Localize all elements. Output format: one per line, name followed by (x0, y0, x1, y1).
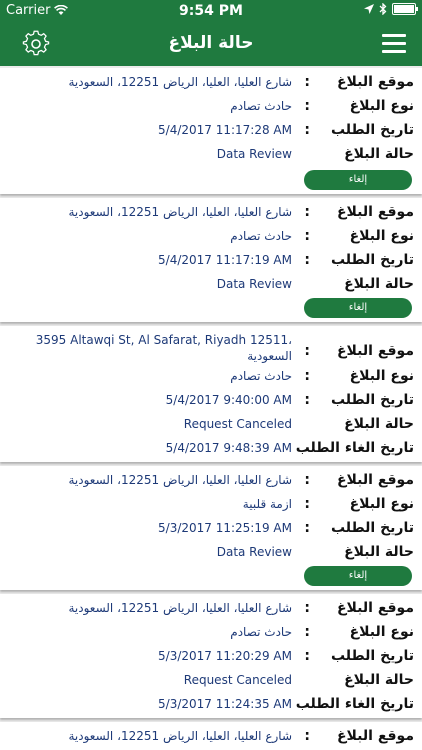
status-label: حالة البلاغ (344, 416, 414, 432)
bluetooth-icon (379, 3, 387, 15)
type-label: نوع البلاغ (349, 624, 414, 640)
cancel-button[interactable]: إلغاء (304, 170, 412, 190)
date-label: تاريخ الطلب (330, 122, 414, 138)
location-row: شارع العليا، العليا، الرياض 12251، السعو… (0, 472, 422, 496)
status-label: حالة البلاغ (344, 276, 414, 292)
location-row: شارع العليا، العليا، الرياض 12251، السعو… (0, 74, 422, 98)
type-value: حادث تصادم (230, 369, 292, 383)
status-row: Data Review حالة البلاغ (0, 146, 422, 170)
location-label: موقع البلاغ (336, 74, 414, 90)
date-value: 5/3/2017 11:20:29 AM (158, 649, 292, 663)
date-value: 5/4/2017 11:17:19 AM (158, 253, 292, 267)
status-row: Data Review حالة البلاغ (0, 544, 422, 568)
clock: 9:54 PM (179, 3, 243, 19)
location-arrow-icon (364, 4, 374, 14)
status-value: Request Canceled (183, 417, 292, 431)
cancel-date-label: تاريخ الغاء الطلب (295, 440, 414, 456)
status-icons (364, 3, 418, 15)
location-label: موقع البلاغ (336, 343, 414, 359)
type-row: حادث تصادم : نوع البلاغ (0, 368, 422, 392)
report-card[interactable]: شارع العليا، العليا، الرياض 12251، السعو… (0, 594, 422, 718)
type-label: نوع البلاغ (349, 228, 414, 244)
location-value: شارع العليا، العليا، الرياض 12251، السعو… (68, 75, 292, 89)
location-label: موقع البلاغ (336, 204, 414, 220)
date-label: تاريخ الطلب (330, 520, 414, 536)
page-title: حالة البلاغ (168, 33, 254, 53)
location-value: شارع العليا، العليا، الرياض 12251، السعو… (68, 729, 292, 743)
location-line: السعودية (247, 349, 292, 363)
date-value: 5/3/2017 11:25:19 AM (158, 521, 292, 535)
location-line: 3595 Altawqi St, Al Safarat, Riyadh 1251… (35, 333, 292, 347)
date-value: 5/4/2017 11:17:28 AM (158, 123, 292, 137)
report-card[interactable]: 3595 Altawqi St, Al Safarat, Riyadh 1251… (0, 326, 422, 462)
nav-bar: حالة البلاغ (0, 22, 422, 66)
type-value: حادث تصادم (230, 625, 292, 639)
status-value: Data Review (216, 545, 292, 559)
location-value: شارع العليا، العليا، الرياض 12251، السعو… (68, 205, 292, 219)
location-label: موقع البلاغ (336, 728, 414, 744)
status-value: Data Review (216, 277, 292, 291)
date-value: 5/4/2017 9:40:00 AM (165, 393, 292, 407)
date-row: 5/4/2017 9:40:00 AM : تاريخ الطلب (0, 392, 422, 416)
type-value: حادث تصادم (230, 99, 292, 113)
status-row: Data Review حالة البلاغ (0, 276, 422, 300)
report-card[interactable]: شارع العليا، العليا، الرياض 12251، السعو… (0, 722, 422, 750)
report-card[interactable]: شارع العليا، العليا، الرياض 12251، السعو… (0, 466, 422, 590)
location-row: شارع العليا، العليا، الرياض 12251، السعو… (0, 728, 422, 750)
status-row: Request Canceled حالة البلاغ (0, 416, 422, 440)
cancel-date-value: 5/4/2017 9:48:39 AM (165, 441, 292, 455)
hamburger-line (382, 50, 406, 53)
report-list: شارع العليا، العليا، الرياض 12251، السعو… (0, 66, 422, 750)
location-row: شارع العليا، العليا، الرياض 12251، السعو… (0, 600, 422, 624)
status-bar: Carrier 9:54 PM (0, 0, 422, 22)
status-label: حالة البلاغ (344, 544, 414, 560)
date-label: تاريخ الطلب (330, 648, 414, 664)
location-value: 3595 Altawqi St, Al Safarat, Riyadh 1251… (7, 332, 292, 364)
type-label: نوع البلاغ (349, 98, 414, 114)
battery-icon (392, 3, 418, 15)
status-value: Data Review (216, 147, 292, 161)
status-label: حالة البلاغ (344, 146, 414, 162)
cancel-date-value: 5/3/2017 11:24:35 AM (158, 697, 292, 711)
cancel-date-label: تاريخ الغاء الطلب (295, 696, 414, 712)
hamburger-line (382, 34, 406, 37)
type-row: حادث تصادم : نوع البلاغ (0, 624, 422, 648)
menu-button[interactable] (382, 34, 406, 54)
location-value: شارع العليا، العليا، الرياض 12251، السعو… (68, 601, 292, 615)
cancel-button[interactable]: إلغاء (304, 566, 412, 586)
location-row: 3595 Altawqi St, Al Safarat, Riyadh 1251… (0, 332, 422, 368)
date-row: 5/3/2017 11:25:19 AM : تاريخ الطلب (0, 520, 422, 544)
date-row: 5/3/2017 11:20:29 AM : تاريخ الطلب (0, 648, 422, 672)
date-label: تاريخ الطلب (330, 252, 414, 268)
type-label: نوع البلاغ (349, 496, 414, 512)
location-row: شارع العليا، العليا، الرياض 12251، السعو… (0, 204, 422, 228)
type-label: نوع البلاغ (349, 368, 414, 384)
location-value: شارع العليا، العليا، الرياض 12251، السعو… (68, 473, 292, 487)
type-row: حادث تصادم : نوع البلاغ (0, 228, 422, 252)
type-row: ازمة قلبية : نوع البلاغ (0, 496, 422, 520)
type-row: حادث تصادم : نوع البلاغ (0, 98, 422, 122)
report-card[interactable]: شارع العليا، العليا، الرياض 12251، السعو… (0, 68, 422, 194)
cancel-button[interactable]: إلغاء (304, 298, 412, 318)
date-label: تاريخ الطلب (330, 392, 414, 408)
cancel-date-row: 5/3/2017 11:24:35 AM تاريخ الغاء الطلب (0, 696, 422, 720)
cancel-date-row: 5/4/2017 9:48:39 AM تاريخ الغاء الطلب (0, 440, 422, 464)
status-value: Request Canceled (183, 673, 292, 687)
status-label: حالة البلاغ (344, 672, 414, 688)
date-row: 5/4/2017 11:17:19 AM : تاريخ الطلب (0, 252, 422, 276)
location-label: موقع البلاغ (336, 600, 414, 616)
type-value: ازمة قلبية (242, 497, 292, 511)
location-label: موقع البلاغ (336, 472, 414, 488)
report-card[interactable]: شارع العليا، العليا، الرياض 12251، السعو… (0, 198, 422, 322)
date-row: 5/4/2017 11:17:28 AM : تاريخ الطلب (0, 122, 422, 146)
status-row: Request Canceled حالة البلاغ (0, 672, 422, 696)
hamburger-line (382, 42, 406, 45)
type-value: حادث تصادم (230, 229, 292, 243)
